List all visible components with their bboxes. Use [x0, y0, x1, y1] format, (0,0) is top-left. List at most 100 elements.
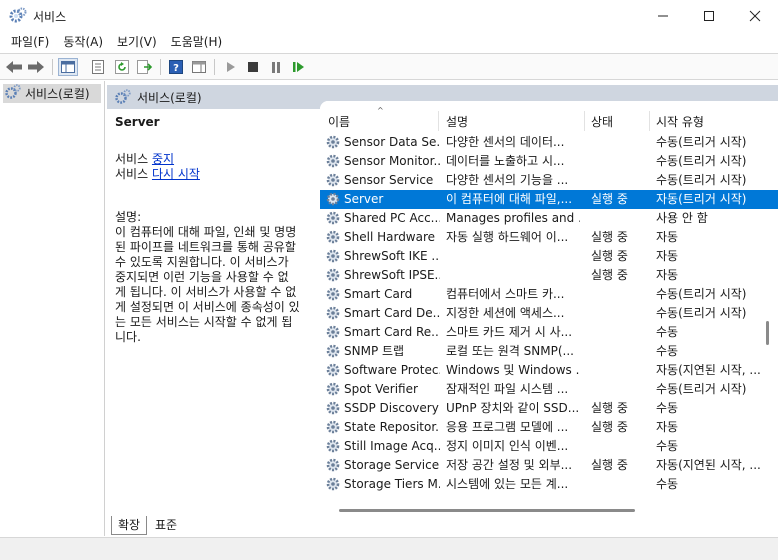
gears-icon	[9, 7, 27, 25]
column-header-status[interactable]: 상태	[591, 113, 613, 130]
service-description-cell: 스마트 카드 제거 시 사...	[446, 325, 573, 339]
service-row[interactable]: Smart Card Re... 스마트 카드 제거 시 사... 수동	[320, 323, 778, 342]
service-startup-type-cell: 수동	[656, 439, 679, 453]
service-name-cell: Smart Card De...	[344, 306, 440, 320]
toolbar-separator	[52, 59, 53, 75]
service-startup-type-cell: 수동(트리거 시작)	[656, 154, 747, 168]
column-divider[interactable]	[438, 111, 439, 131]
service-name-cell: Sensor Monitor...	[344, 154, 440, 168]
service-name-cell: SNMP 트랩	[344, 344, 405, 358]
window-title: 서비스	[33, 10, 67, 24]
column-header-name[interactable]: 이름	[328, 113, 350, 130]
stop-service-icon[interactable]	[243, 58, 263, 76]
service-gear-icon	[325, 248, 341, 264]
service-description-cell: Manages profiles and ...	[446, 211, 580, 225]
tree-item-services-local[interactable]: 서비스(로컬)	[3, 84, 101, 103]
forward-arrow-icon[interactable]	[26, 58, 46, 76]
service-row[interactable]: Still Image Acq... 정지 이미지 인식 이벤... 수동	[320, 437, 778, 456]
status-bar	[0, 537, 778, 560]
service-startup-type-cell: 수동	[656, 477, 679, 491]
gears-icon	[5, 84, 21, 103]
service-row[interactable]: ShrewSoft IPSE... 실행 중 자동	[320, 266, 778, 285]
service-name-cell: ShrewSoft IPSE...	[344, 268, 440, 282]
service-row[interactable]: Sensor Data Se... 다양한 센서의 데이터... 수동(트리거 시작…	[320, 133, 778, 152]
column-divider[interactable]	[649, 111, 650, 131]
service-row[interactable]: Sensor Monitor... 데이터를 노출하고 시... 수동(트리거 시작…	[320, 152, 778, 171]
service-description-panel: Server 서비스 중지 서비스 다시 시작 설명: 이 컴퓨터에 대해 파일…	[107, 109, 322, 519]
restart-service-icon[interactable]	[289, 58, 309, 76]
restart-service-line: 서비스 다시 시작	[115, 167, 314, 182]
menu-action[interactable]: 동작(A)	[56, 32, 110, 52]
menu-file[interactable]: 파일(F)	[4, 32, 56, 52]
service-row[interactable]: Spot Verifier 잠재적인 파일 시스템 ... 수동(트리거 시작)	[320, 380, 778, 399]
stop-service-line: 서비스 중지	[115, 152, 314, 167]
service-status-cell: 실행 중	[591, 458, 628, 472]
service-description-cell: Windows 및 Windows ...	[446, 363, 580, 377]
service-gear-icon	[325, 210, 341, 226]
menu-view[interactable]: 보기(V)	[110, 32, 164, 52]
service-startup-type-cell: 자동	[656, 420, 679, 434]
service-gear-icon	[325, 286, 341, 302]
service-row[interactable]: SSDP Discovery UPnP 장치와 같이 SSD... 실행 중 수동	[320, 399, 778, 418]
column-header-startup-type[interactable]: 시작 유형	[656, 113, 704, 130]
menu-bar: 파일(F) 동작(A) 보기(V) 도움말(H)	[0, 32, 778, 52]
console-tree-icon[interactable]	[58, 58, 78, 76]
refresh-icon[interactable]	[112, 58, 132, 76]
horizontal-scrollbar-thumb[interactable]	[339, 509, 635, 512]
stop-service-link[interactable]: 중지	[152, 152, 174, 166]
export-list-icon[interactable]	[135, 58, 155, 76]
service-row[interactable]: Smart Card 컴퓨터에서 스마트 카... 수동(트리거 시작)	[320, 285, 778, 304]
column-divider[interactable]	[584, 111, 585, 131]
services-list[interactable]: ^ 이름 설명 상태 시작 유형 Sensor Data Se... 다양한 센서…	[320, 101, 778, 521]
service-gear-icon	[325, 362, 341, 378]
service-description-cell: 지정한 세션에 액세스...	[446, 306, 565, 320]
service-gear-icon	[325, 324, 341, 340]
service-description-cell: 응용 프로그램 모델에 ...	[446, 420, 569, 434]
start-service-icon[interactable]	[221, 58, 241, 76]
service-row[interactable]: Storage Tiers M... 시스템에 있는 모든 계... 수동	[320, 475, 778, 494]
tree-item-label: 서비스(로컬)	[25, 87, 90, 101]
show-hide-action-pane-icon[interactable]	[189, 58, 209, 76]
service-row[interactable]: State Repositor... 응용 프로그램 모델에 ... 실행 중 자동	[320, 418, 778, 437]
service-startup-type-cell: 수동	[656, 325, 679, 339]
restart-service-link[interactable]: 다시 시작	[152, 167, 200, 181]
service-name-cell: Smart Card	[344, 287, 413, 301]
service-name-cell: Sensor Service	[344, 173, 434, 187]
service-row[interactable]: Shell Hardware ... 자동 실행 하드웨어 이... 실행 중 자동	[320, 228, 778, 247]
title-bar: 서비스	[0, 0, 778, 32]
service-row[interactable]: Smart Card De... 지정한 세션에 액세스... 수동(트리거 시작)	[320, 304, 778, 323]
service-row[interactable]: Storage Service 저장 공간 설정 및 외부... 실행 중 자동(지연…	[320, 456, 778, 475]
service-description-cell: 정지 이미지 인식 이벤...	[446, 439, 569, 453]
service-row[interactable]: Server 이 컴퓨터에 대해 파일,... 실행 중 자동(트리거 시작)	[320, 190, 778, 209]
close-button[interactable]	[732, 0, 778, 32]
service-name-cell: Storage Tiers M...	[344, 477, 440, 491]
help-icon[interactable]: ?	[166, 58, 186, 76]
vertical-scrollbar-thumb[interactable]	[766, 321, 769, 345]
pause-service-icon[interactable]	[266, 58, 286, 76]
minimize-button[interactable]	[640, 0, 686, 32]
service-row[interactable]: Shared PC Acc... Manages profiles and ...…	[320, 209, 778, 228]
service-startup-type-cell: 수동(트리거 시작)	[656, 287, 747, 301]
maximize-button[interactable]	[686, 0, 732, 32]
toolbar-separator	[214, 59, 215, 75]
service-name-cell: State Repositor...	[344, 420, 440, 434]
service-row[interactable]: SNMP 트랩 로컬 또는 원격 SNMP(... 수동	[320, 342, 778, 361]
description-text: 이 컴퓨터에 대해 파일, 인쇄 및 명명 된 파이프를 네트워크를 통해 공유…	[115, 225, 314, 345]
back-arrow-icon[interactable]	[4, 58, 24, 76]
service-row[interactable]: ShrewSoft IKE ... 실행 중 자동	[320, 247, 778, 266]
service-row[interactable]: Software Protec... Windows 및 Windows ... 자…	[320, 361, 778, 380]
service-gear-icon	[325, 229, 341, 245]
service-description-cell: 다양한 센서의 데이터...	[446, 135, 565, 149]
service-startup-type-cell: 수동	[656, 401, 679, 415]
description-label: 설명:	[115, 210, 142, 224]
menu-help[interactable]: 도움말(H)	[164, 32, 230, 52]
column-header-description[interactable]: 설명	[446, 113, 468, 130]
service-description-cell: 자동 실행 하드웨어 이...	[446, 230, 569, 244]
service-row[interactable]: Sensor Service 다양한 센서의 기능을 ... 수동(트리거 시작)	[320, 171, 778, 190]
tab-extended[interactable]: 확장	[111, 516, 148, 535]
description-line: 게 설정되면 이 서비스에 종속성이 있	[115, 300, 300, 314]
description-line: 는 모든 서비스는 시작할 수 없게 됩	[115, 315, 293, 329]
tab-standard[interactable]: 표준	[149, 516, 183, 535]
properties-sheet-icon[interactable]	[88, 58, 108, 76]
service-gear-icon	[325, 419, 341, 435]
